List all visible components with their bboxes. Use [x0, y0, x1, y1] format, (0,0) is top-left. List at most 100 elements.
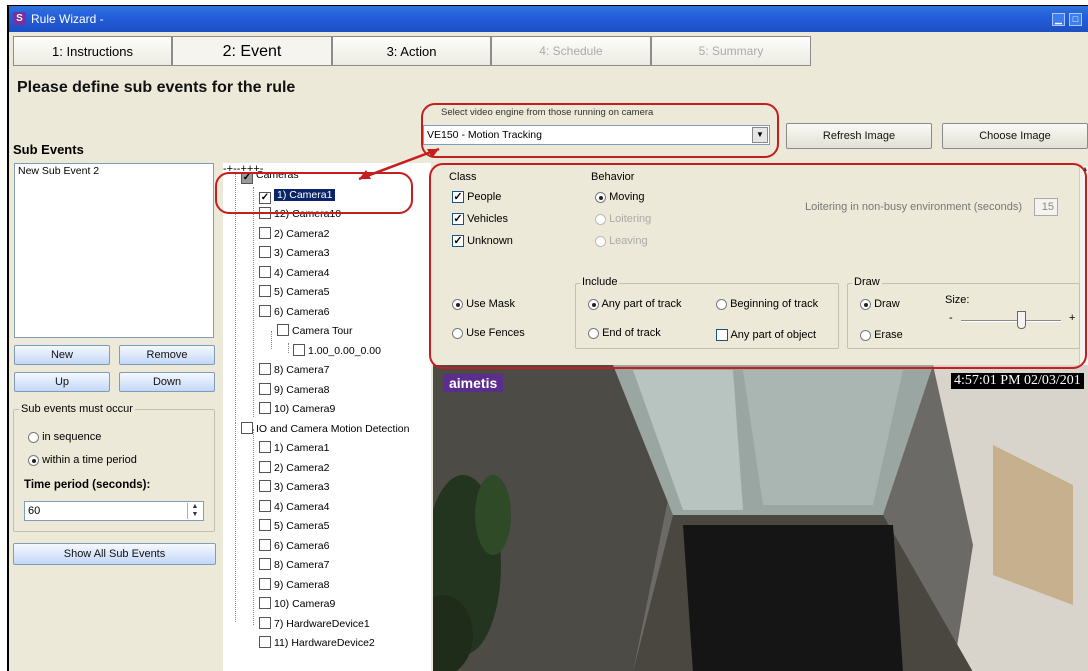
annotation-arrow-icon [358, 147, 440, 181]
up-button[interactable]: Up [14, 372, 110, 392]
tree-node[interactable]: 2) Camera2 [259, 460, 330, 475]
checkbox-icon[interactable] [259, 499, 271, 512]
tree-node-label: 8) Camera7 [274, 559, 330, 571]
checkbox-icon[interactable] [241, 421, 253, 434]
tree-node[interactable]: 9) Camera8 [259, 382, 330, 397]
tree-node-label: 9) Camera8 [274, 383, 330, 396]
tree-node-label: 4) Camera4 [274, 266, 330, 279]
checkbox-icon[interactable] [259, 304, 271, 317]
checkbox-icon[interactable] [293, 343, 305, 356]
tree-node[interactable]: 4) Camera4 [259, 499, 330, 514]
checkbox-icon[interactable] [259, 597, 271, 609]
tree-node-label: 2) Camera2 [274, 461, 330, 474]
checkbox-icon[interactable] [259, 285, 271, 297]
app-icon: S [13, 12, 26, 25]
within-time-period-radio[interactable]: within a time period [28, 454, 137, 466]
tree-node[interactable]: 9) Camera8 [259, 577, 330, 592]
checkbox-icon[interactable] [259, 480, 271, 492]
tree-node[interactable]: 5) Camera5 [259, 519, 329, 533]
tree-node[interactable]: 6) Camera6 [259, 538, 329, 553]
checkbox-icon[interactable] [259, 382, 271, 395]
tab-instructions[interactable]: 1: Instructions [13, 36, 172, 66]
camera-preview-image[interactable]: aimetis 4:57:01 PM 02/03/201 [433, 365, 1088, 671]
time-period-value: 60 [28, 505, 41, 517]
new-button[interactable]: New [14, 345, 110, 365]
checkbox-icon[interactable] [259, 246, 271, 258]
tree-node[interactable]: 1.00_0.00_0.00 [293, 343, 381, 358]
down-button[interactable]: Down [119, 372, 215, 392]
checkbox-icon[interactable] [259, 226, 271, 239]
refresh-image-button[interactable]: Refresh Image [786, 123, 932, 149]
tree-node-label: 10) Camera9 [274, 598, 336, 610]
tree-node[interactable]: 6) Camera6 [259, 304, 330, 319]
radio-selected-icon [28, 454, 39, 466]
aimetis-logo: aimetis [443, 374, 504, 392]
checkbox-icon[interactable] [259, 265, 271, 278]
tree-node-label: 6) Camera6 [274, 305, 330, 318]
remove-button[interactable]: Remove [119, 345, 215, 365]
list-item[interactable]: New Sub Event 2 [15, 164, 213, 178]
tree-node-label: Camera Tour [292, 325, 353, 337]
tree-node-label: 11) HardwareDevice2 [274, 637, 375, 649]
show-all-sub-events-button[interactable]: Show All Sub Events [13, 543, 216, 565]
tree-node-label: 1) Camera1 [274, 442, 330, 454]
minimize-icon[interactable]: ▁ [1052, 13, 1065, 26]
tab-summary: 5: Summary [651, 36, 811, 66]
tab-event[interactable]: 2: Event [172, 36, 332, 66]
tree-node[interactable]: 4) Camera4 [259, 265, 330, 280]
tree-node-label: 10) Camera9 [274, 403, 336, 415]
tree-node-label: 4) Camera4 [274, 500, 330, 513]
tree-node[interactable]: 11) HardwareDevice2 [259, 636, 375, 650]
tree-node[interactable]: 5) Camera5 [259, 285, 329, 299]
camera-tree[interactable]: ✓ Cameras - ✓ 1) Camera1 12) Camera10 2) Camer… [223, 163, 431, 671]
checkbox-icon[interactable] [259, 616, 271, 629]
tree-node[interactable]: 8) Camera7 [259, 363, 329, 377]
checkbox-icon[interactable] [259, 363, 271, 375]
checkbox-icon[interactable] [259, 577, 271, 590]
checkbox-icon[interactable] [259, 460, 271, 473]
checkbox-icon[interactable] [277, 324, 289, 336]
checkbox-icon[interactable] [259, 519, 271, 531]
checkbox-icon[interactable] [259, 402, 271, 414]
rule-wizard-window: S Rule Wizard - ▁ □ 1: Instructions 2: E… [7, 5, 1088, 671]
tree-node[interactable]: 1) Camera1 [259, 441, 329, 455]
tab-action[interactable]: 3: Action [332, 36, 491, 66]
tree-node-label: 7) HardwareDevice1 [274, 617, 370, 630]
tree-node[interactable]: 10) Camera9 [259, 597, 335, 611]
checkbox-icon[interactable] [259, 538, 271, 551]
timestamp-overlay: 4:57:01 PM 02/03/201 [951, 373, 1084, 389]
checkbox-icon[interactable] [259, 558, 271, 570]
sub-events-list[interactable]: New Sub Event 2 [14, 163, 214, 338]
sub-events-order-group: Sub events must occur in sequence within… [13, 403, 215, 532]
checkbox-icon[interactable] [259, 636, 271, 648]
tree-node-label: 5) Camera5 [274, 286, 330, 298]
tree-node-label: 8) Camera7 [274, 364, 330, 376]
sub-events-heading: Sub Events [13, 142, 84, 157]
tree-node[interactable]: 7) HardwareDevice1 [259, 616, 370, 631]
tree-node-label: 3) Camera3 [274, 481, 330, 493]
window-title: Rule Wizard - [31, 12, 104, 26]
radio-icon [28, 431, 39, 443]
tree-node[interactable]: 8) Camera7 [259, 558, 329, 572]
time-period-spinner[interactable]: 60 ▲ ▼ [24, 501, 204, 521]
checkbox-icon[interactable] [259, 441, 271, 453]
tree-node[interactable]: 3) Camera3 [259, 246, 329, 260]
in-sequence-radio[interactable]: in sequence [28, 431, 101, 443]
tree-node-label: IO and Camera Motion Detection [256, 422, 410, 435]
tree-node[interactable]: 10) Camera9 [259, 402, 335, 416]
tree-node-label: 5) Camera5 [274, 520, 330, 532]
tree-node-label: 2) Camera2 [274, 227, 330, 240]
annotation-engine-ring [421, 103, 779, 158]
annotation-settings-ring [429, 163, 1087, 369]
time-period-label: Time period (seconds): [24, 479, 151, 491]
tree-node[interactable]: Camera Tour [277, 324, 353, 338]
tree-node[interactable]: IO and Camera Motion Detection [241, 421, 410, 436]
tree-node[interactable]: 3) Camera3 [259, 480, 329, 494]
tab-schedule: 4: Schedule [491, 36, 651, 66]
spinner-arrows-icon[interactable]: ▲ ▼ [187, 503, 202, 519]
maximize-icon[interactable]: □ [1069, 13, 1082, 26]
tree-node[interactable]: 2) Camera2 [259, 226, 330, 241]
page-title: Please define sub events for the rule [17, 79, 296, 96]
choose-image-button[interactable]: Choose Image [942, 123, 1088, 149]
tree-node-label: 9) Camera8 [274, 578, 330, 591]
